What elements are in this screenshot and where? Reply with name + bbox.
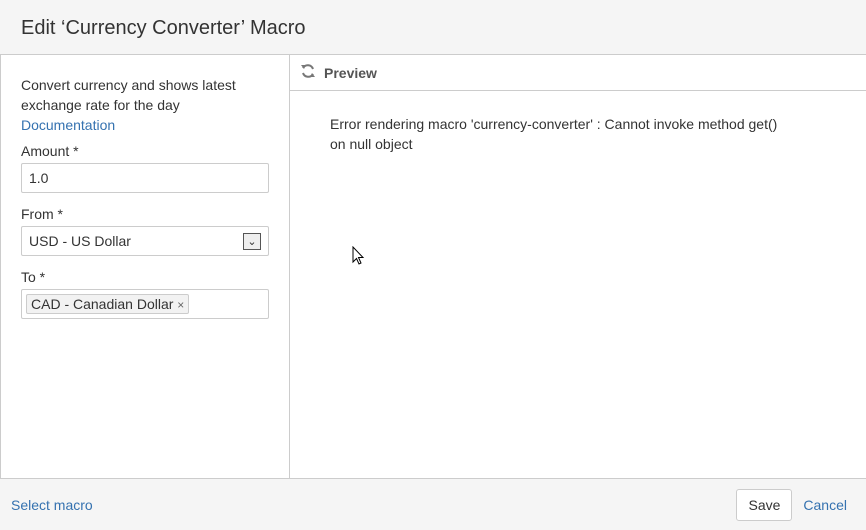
- macro-form: Convert currency and shows latest exchan…: [0, 55, 290, 478]
- macro-description: Convert currency and shows latest exchan…: [21, 77, 236, 113]
- select-macro-link[interactable]: Select macro: [11, 497, 93, 513]
- dialog-footer: Select macro Save Cancel: [0, 478, 866, 530]
- cancel-link[interactable]: Cancel: [803, 497, 847, 513]
- close-icon[interactable]: ×: [177, 298, 184, 312]
- preview-panel: Preview Error rendering macro 'currency-…: [290, 55, 866, 478]
- amount-value: 1.0: [29, 170, 49, 186]
- amount-input[interactable]: 1.0: [21, 163, 269, 193]
- from-select[interactable]: USD - US Dollar ⌄: [21, 226, 269, 256]
- to-label: To *: [21, 269, 46, 285]
- error-message: Error rendering macro 'currency-converte…: [330, 116, 778, 152]
- currency-tag: CAD - Canadian Dollar ×: [26, 294, 190, 314]
- amount-label: Amount *: [21, 143, 79, 159]
- save-button[interactable]: Save: [736, 488, 793, 521]
- preview-title: Preview: [324, 64, 377, 81]
- to-multiselect[interactable]: CAD - Canadian Dollar ×: [21, 289, 269, 319]
- dialog-header: Edit ‘Currency Converter’ Macro: [0, 0, 866, 55]
- from-label: From *: [21, 206, 63, 222]
- dialog-title: Edit ‘Currency Converter’ Macro: [21, 17, 306, 39]
- mouse-cursor-icon: [352, 245, 366, 269]
- chevron-down-icon[interactable]: ⌄: [243, 232, 261, 250]
- from-value: USD - US Dollar: [29, 233, 131, 249]
- documentation-link[interactable]: Documentation: [21, 117, 115, 133]
- tag-label: CAD - Canadian Dollar: [31, 296, 174, 312]
- refresh-icon[interactable]: [300, 63, 316, 82]
- preview-header: Preview: [290, 55, 866, 91]
